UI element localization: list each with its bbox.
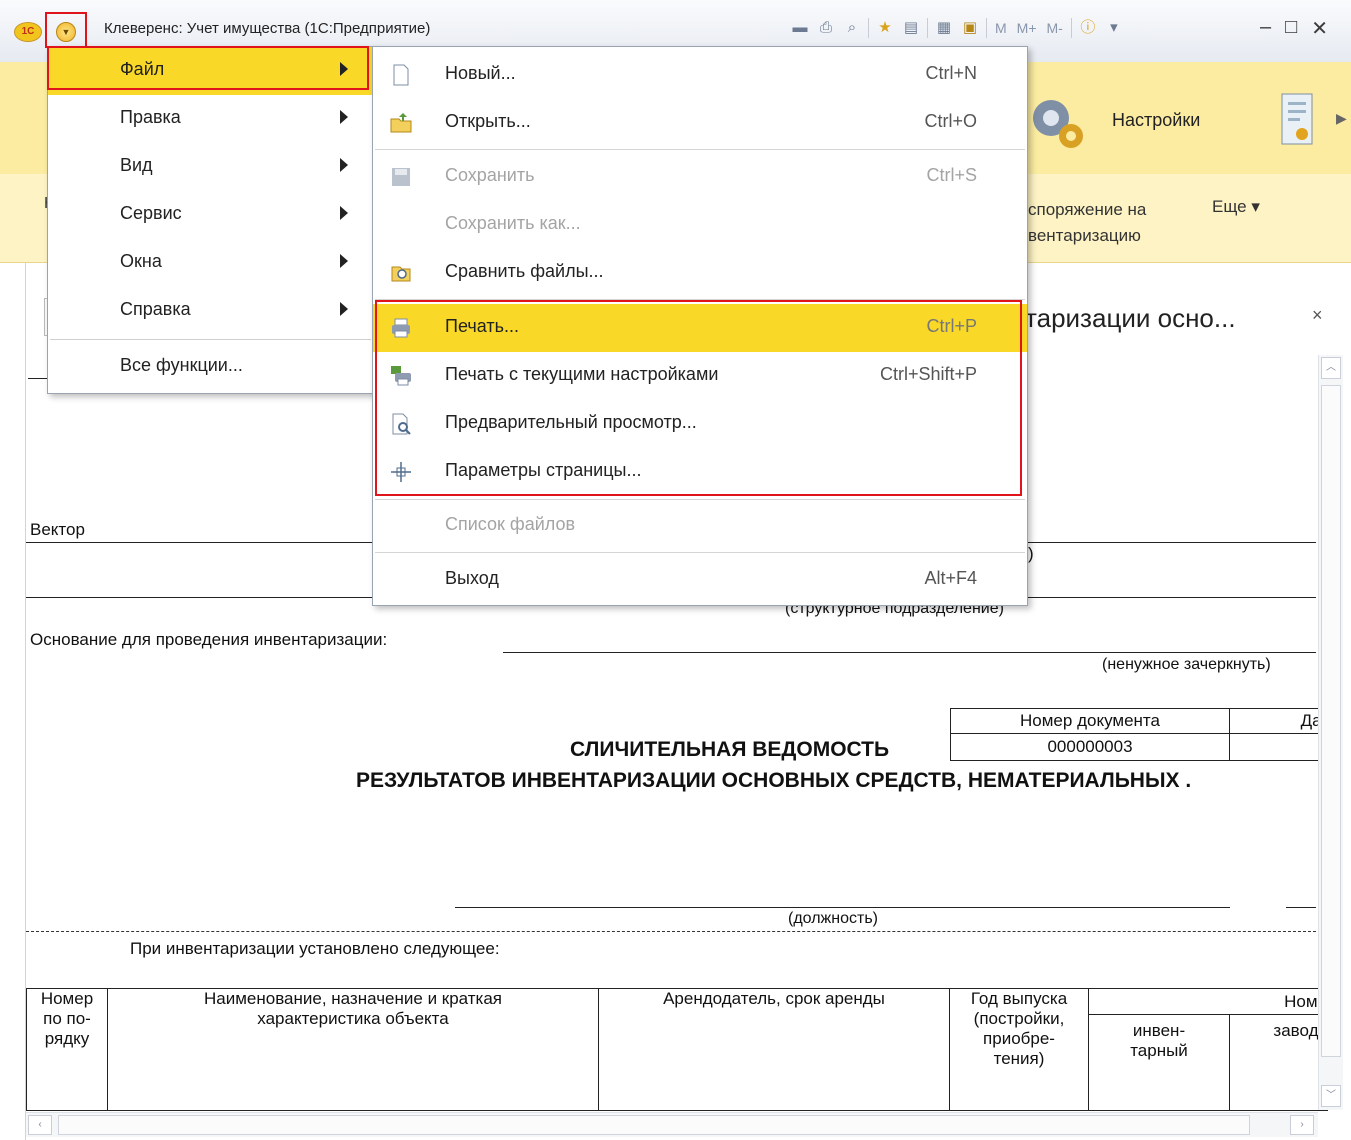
menu-item-save-as[interactable]: Сохранить как... — [373, 201, 1027, 249]
menu-item-file-list[interactable]: Список файлов — [373, 502, 1027, 550]
open-folder-icon — [390, 113, 412, 133]
new-document-icon — [393, 64, 409, 86]
position-caption: (должность) — [788, 910, 878, 927]
submenu-arrow-icon — [340, 302, 348, 316]
menu-item-all-functions[interactable]: Все функции... — [48, 343, 373, 391]
heading-subtitle: РЕЗУЛЬТАТОВ ИНВЕНТАРИЗАЦИИ ОСНОВНЫХ СРЕД… — [356, 769, 1192, 792]
window-title: Клеверенс: Учет имущества (1С:Предприяти… — [104, 20, 431, 37]
scroll-thumb[interactable] — [1321, 385, 1341, 1057]
history-icon[interactable]: ▤ — [901, 18, 921, 38]
scroll-right-icon[interactable]: ▶ — [1336, 110, 1347, 127]
chevron-down-icon[interactable]: ▾ — [1104, 18, 1124, 38]
submenu-arrow-icon — [340, 206, 348, 220]
col-factory: заводс — [1229, 1014, 1328, 1111]
basis-label: Основание для проведения инвентаризации: — [30, 630, 388, 649]
save-icon[interactable]: ▬ — [790, 18, 810, 38]
title-toolbar: ▬ ⎙ ⌕ ★ ▤ ▦ ▣ M M+ M- ⓘ ▾ — [790, 18, 1124, 38]
menu-item-help[interactable]: Справка — [48, 287, 373, 335]
main-menu: Файл Правка Вид Сервис Окна Справка Все … — [47, 46, 374, 394]
app-logo-icon: 1С — [14, 22, 42, 42]
established-label: При инвентаризации установлено следующее… — [130, 939, 500, 958]
menu-item-service[interactable]: Сервис — [48, 191, 373, 239]
horizontal-scrollbar[interactable]: ‹ › — [26, 1112, 1318, 1137]
printer-icon[interactable]: ⎙ — [816, 18, 836, 38]
menu-item-file[interactable]: Файл — [47, 46, 373, 95]
favorites-star-icon[interactable]: ★ — [875, 18, 895, 38]
calendar-icon[interactable]: ▣ — [960, 18, 980, 38]
menu-item-view[interactable]: Вид — [48, 143, 373, 191]
window-controls: – □ ✕ — [1260, 16, 1328, 41]
strike-caption: (ненужное зачеркнуть) — [1102, 656, 1271, 673]
heading-title: СЛИЧИТЕЛЬНАЯ ВЕДОМОСТЬ — [570, 738, 890, 761]
calculator-icon[interactable]: ▦ — [934, 18, 954, 38]
vertical-scrollbar[interactable]: ︿ ﹀ — [1318, 355, 1343, 1110]
organization-name: Вектор — [30, 520, 85, 539]
close-icon[interactable]: × — [1312, 305, 1323, 326]
date-header: Дат — [1229, 708, 1330, 734]
scroll-left-icon[interactable]: ‹ — [28, 1115, 52, 1135]
maximize-icon[interactable]: □ — [1285, 16, 1297, 41]
menu-item-save[interactable]: Сохранить Ctrl+S — [373, 153, 1027, 201]
menu-item-new[interactable]: Новый... Ctrl+N — [373, 51, 1027, 99]
docnum-value: 000000003 — [950, 733, 1230, 761]
menu-item-open[interactable]: Открыть... Ctrl+O — [373, 99, 1027, 147]
doc-number-table: Номер документа Дат 000000003 — [950, 708, 1330, 761]
menu-item-windows[interactable]: Окна — [48, 239, 373, 287]
scroll-thumb[interactable] — [58, 1115, 1250, 1135]
menu-item-compare-files[interactable]: Сравнить файлы... — [373, 249, 1027, 297]
memory-button[interactable]: M — [993, 18, 1009, 38]
col-inventory: инвен- тарный — [1088, 1014, 1230, 1111]
print-preview-icon[interactable]: ⌕ — [842, 18, 862, 38]
scroll-right-icon[interactable]: › — [1290, 1115, 1314, 1135]
minimize-icon[interactable]: – — [1260, 16, 1271, 41]
section-settings[interactable]: Настройки — [1112, 110, 1200, 131]
main-menu-button[interactable]: ▼ — [45, 12, 87, 48]
col-lessor: Арендодатель, срок аренды — [598, 988, 950, 1111]
menu-item-exit[interactable]: Выход Alt+F4 — [373, 556, 1027, 604]
submenu-arrow-icon — [340, 254, 348, 268]
col-name: Наименование, назначение и краткая харак… — [107, 988, 599, 1111]
info-icon[interactable]: ⓘ — [1078, 18, 1098, 38]
print-items-highlight — [375, 300, 1022, 496]
save-icon — [392, 168, 410, 186]
settings-gears-icon[interactable] — [1025, 92, 1087, 152]
more-button[interactable]: Еще ▾ — [1212, 197, 1260, 217]
scroll-up-icon[interactable]: ︿ — [1321, 357, 1341, 379]
col-number: Номер по по- рядку — [26, 988, 108, 1111]
inventory-order-button[interactable]: споряжение на вентаризацию — [1028, 197, 1146, 249]
docnum-header: Номер документа — [950, 708, 1230, 734]
submenu-arrow-icon — [340, 62, 348, 76]
menu-item-edit[interactable]: Правка — [48, 95, 373, 143]
compare-files-icon — [391, 266, 411, 282]
items-table: Номер по по- рядку Наименование, назначе… — [26, 988, 1328, 1111]
form-title: таризации осно... — [1025, 303, 1236, 333]
col-numbers: Номе — [1088, 988, 1328, 1015]
paren-fragment: ) — [1028, 544, 1034, 563]
submenu-arrow-icon — [340, 110, 348, 124]
memory-minus-button[interactable]: M- — [1045, 18, 1065, 38]
memory-plus-button[interactable]: M+ — [1015, 18, 1039, 38]
submenu-arrow-icon — [340, 158, 348, 172]
scroll-down-icon[interactable]: ﹀ — [1321, 1085, 1341, 1107]
chevron-down-icon: ▼ — [56, 22, 76, 42]
col-year: Год выпуска (постройки, приобре- тения) — [949, 988, 1089, 1111]
close-icon[interactable]: ✕ — [1311, 16, 1328, 41]
report-icon[interactable] — [1280, 92, 1316, 148]
